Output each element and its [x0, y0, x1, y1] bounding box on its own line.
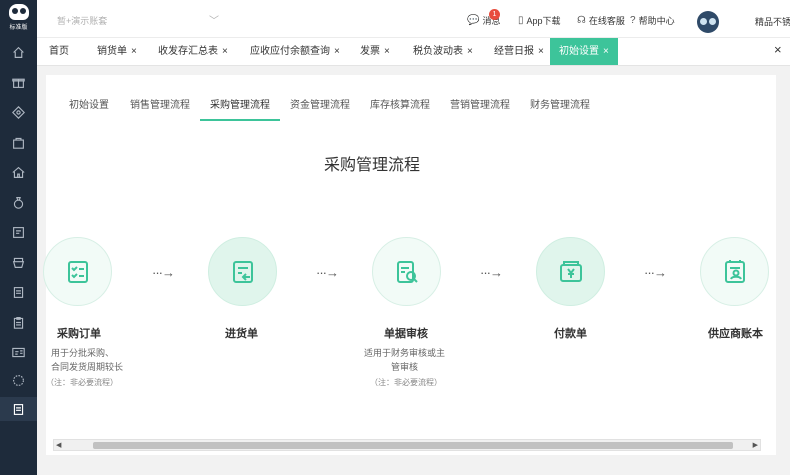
top-bar: 暂+演示账套 ﹀ 💬 消息 ▯ App下载 ☊ 在线客服 ? 帮助中心 精品不锈…	[37, 0, 790, 38]
step-desc: 用于分批采购、	[51, 348, 115, 358]
step-note: （注：非必要流程）	[46, 378, 118, 387]
username[interactable]: 精品不锈钢	[755, 15, 790, 28]
close-icon[interactable]: ×	[538, 46, 544, 57]
flow-arrow: ···→	[316, 265, 339, 280]
payment-wallet-icon	[559, 260, 582, 282]
tab-receivable-payable[interactable]: 应收应付余额查询 ×	[250, 38, 340, 65]
close-icon[interactable]: ×	[467, 46, 473, 57]
tab-initial-settings[interactable]: 初始设置 ×	[550, 38, 618, 65]
flow-step-document-review[interactable]	[372, 237, 441, 306]
report-icon[interactable]	[10, 401, 26, 417]
help-center-button[interactable]: ? 帮助中心	[630, 14, 675, 27]
close-icon[interactable]: ×	[603, 46, 609, 57]
flow-step-purchase-receipt[interactable]	[208, 237, 277, 306]
help-center-label: 帮助中心	[638, 16, 675, 26]
step-name: 付款单	[554, 328, 587, 340]
avatar[interactable]	[697, 11, 719, 33]
close-icon[interactable]: ×	[334, 46, 340, 57]
scroll-left-arrow-icon[interactable]: ◀	[56, 441, 61, 449]
phone-icon: ▯	[518, 15, 524, 26]
tab-tax-fluctuation[interactable]: 税负波动表 ×	[413, 38, 473, 65]
horizontal-scrollbar[interactable]: ◀ ▶	[53, 439, 761, 451]
subtab-inventory-flow[interactable]: 库存核算流程	[370, 96, 430, 111]
step-desc: 管审核	[391, 362, 419, 372]
tag-icon[interactable]	[10, 104, 26, 120]
step-desc: 合同发货周期较长	[51, 362, 124, 372]
subtab-bar: 初始设置 销售管理流程 采购管理流程 资金管理流程 库存核算流程 营销管理流程 …	[46, 75, 776, 121]
tab-bar: 首页 销货单 × 收发存汇总表 × 应收应付余额查询 × 发票 × 税负波动表 × 经营日…	[37, 38, 790, 66]
close-icon[interactable]: ×	[384, 46, 390, 57]
money-bag-icon[interactable]	[10, 194, 26, 210]
document-search-icon	[396, 260, 418, 283]
scrollbar-thumb[interactable]	[93, 442, 733, 449]
house-icon[interactable]	[10, 164, 26, 180]
subtab-funds-flow[interactable]: 资金管理流程	[290, 96, 350, 111]
owl-logo-icon	[8, 4, 29, 20]
step-note: （注：非必要流程）	[370, 378, 442, 387]
step-name: 单据审核	[384, 328, 428, 340]
checklist-icon	[67, 260, 88, 283]
online-service-button[interactable]: ☊ 在线客服	[577, 14, 625, 27]
clipboard-icon[interactable]	[10, 314, 26, 330]
online-service-label: 在线客服	[588, 16, 625, 26]
close-icon[interactable]: ×	[222, 46, 228, 57]
bag-icon[interactable]	[10, 134, 26, 150]
step-name: 采购订单	[57, 328, 101, 340]
app-logo[interactable]: 标准版	[5, 4, 32, 34]
active-subtab-indicator	[200, 119, 280, 121]
logo-text: 标准版	[9, 25, 28, 31]
tab-daily-report[interactable]: 经营日报 ×	[494, 38, 544, 65]
subtab-finance-flow[interactable]: 财务管理流程	[530, 96, 590, 111]
step-name: 供应商账本	[708, 328, 763, 340]
receipt-return-icon	[232, 260, 253, 283]
id-card-icon[interactable]	[10, 344, 26, 360]
flow-step-purchase-order[interactable]	[43, 237, 112, 306]
sidebar: 标准版	[0, 0, 37, 475]
flow-step-supplier-ledger[interactable]	[700, 237, 769, 306]
subtab-sales-flow[interactable]: 销售管理流程	[130, 96, 190, 111]
refresh-icon[interactable]	[10, 372, 26, 388]
close-icon[interactable]: ×	[131, 46, 137, 57]
step-desc: 适用于财务审核或主	[364, 348, 446, 358]
app-download-label: App下载	[526, 16, 561, 26]
tab-inventory-summary[interactable]: 收发存汇总表 ×	[158, 38, 228, 65]
supplier-ledger-icon	[724, 259, 745, 283]
home-icon[interactable]	[10, 44, 26, 60]
content-panel: 初始设置 销售管理流程 采购管理流程 资金管理流程 库存核算流程 营销管理流程 …	[43, 75, 776, 455]
scroll-right-arrow-icon[interactable]: ▶	[753, 441, 758, 449]
subtab-marketing-flow[interactable]: 营销管理流程	[450, 96, 510, 111]
main-area: 初始设置 销售管理流程 采购管理流程 资金管理流程 库存核算流程 营销管理流程 …	[37, 66, 790, 475]
chat-icon: 💬	[467, 15, 480, 26]
help-icon: ?	[630, 15, 636, 26]
account-selector[interactable]: 暂+演示账套	[57, 14, 107, 27]
step-name: 进货单	[225, 328, 258, 340]
subtab-initial-settings[interactable]: 初始设置	[69, 96, 109, 111]
subtab-purchase-flow[interactable]: 采购管理流程	[210, 96, 270, 111]
tab-home[interactable]: 首页	[49, 38, 69, 65]
flow-arrow: ···→	[644, 265, 667, 280]
grid-icon[interactable]	[10, 254, 26, 270]
invoice-icon[interactable]	[10, 224, 26, 240]
gift-icon[interactable]	[10, 74, 26, 90]
tab-invoice[interactable]: 发票 ×	[360, 38, 390, 65]
close-all-tabs-button[interactable]: ×	[774, 42, 782, 57]
chevron-down-icon[interactable]: ﹀	[209, 12, 219, 27]
app-download-button[interactable]: ▯ App下载	[518, 14, 561, 27]
tab-sales-order[interactable]: 销货单 ×	[97, 38, 137, 65]
flow-arrow: ···→	[480, 265, 503, 280]
headset-icon: ☊	[577, 15, 586, 26]
flow-arrow: ···→	[152, 265, 175, 280]
document-icon[interactable]	[10, 284, 26, 300]
flow-step-payment[interactable]	[536, 237, 605, 306]
page-title: 采购管理流程	[323, 157, 420, 174]
message-count-badge: 1	[489, 9, 500, 20]
